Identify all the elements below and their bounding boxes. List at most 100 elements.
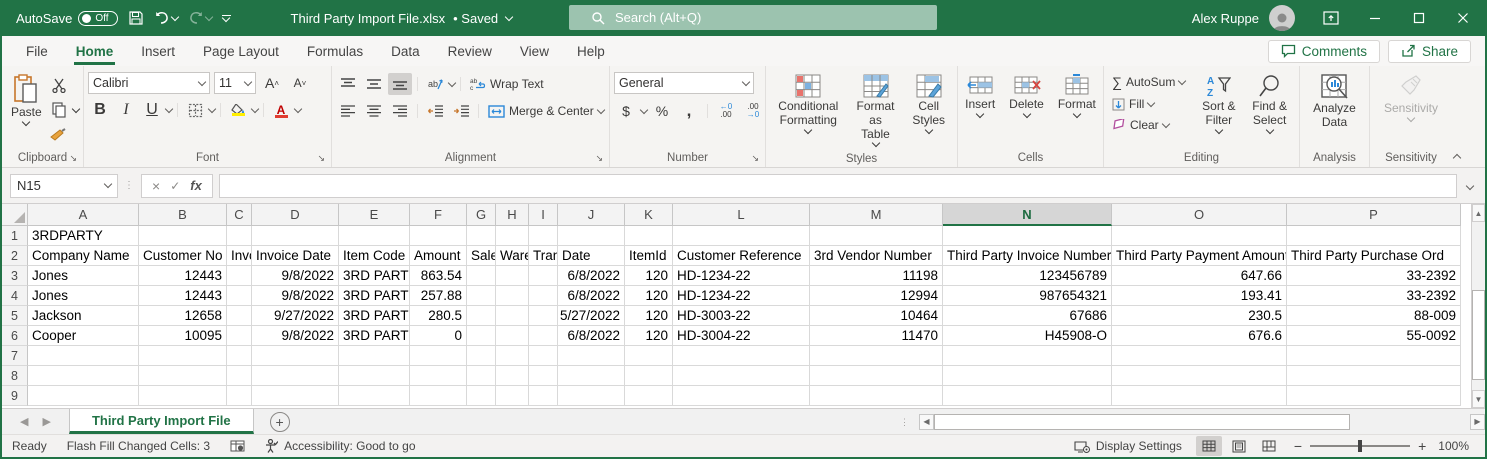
document-title[interactable]: Third Party Import File.xlsx • Saved xyxy=(291,11,514,26)
cell-P6[interactable]: 55-0092 xyxy=(1287,326,1461,346)
cell-H1[interactable] xyxy=(496,226,529,246)
cell-F4[interactable]: 257.88 xyxy=(410,286,467,306)
underline-button[interactable]: U xyxy=(140,99,164,121)
copy-button[interactable] xyxy=(47,99,80,121)
format-as-table-button[interactable]: Format as Table xyxy=(849,70,903,150)
cell-A7[interactable] xyxy=(28,346,139,366)
ribbon-tab-help[interactable]: Help xyxy=(563,39,619,64)
zoom-in-button[interactable]: + xyxy=(1418,438,1426,454)
cell-E3[interactable]: 3RD PARTY xyxy=(339,266,410,286)
cell-B6[interactable]: 10095 xyxy=(139,326,227,346)
cell-F7[interactable] xyxy=(410,346,467,366)
cell-J1[interactable] xyxy=(558,226,625,246)
ribbon-tab-home[interactable]: Home xyxy=(62,39,128,65)
cell-B8[interactable] xyxy=(139,366,227,386)
row-header-7[interactable]: 7 xyxy=(2,346,28,366)
cell-B5[interactable]: 12658 xyxy=(139,306,227,326)
alignment-dialog-launcher[interactable]: ↘ xyxy=(595,153,603,164)
name-box-dropdown-icon[interactable] xyxy=(103,179,113,189)
cell-D4[interactable]: 9/8/2022 xyxy=(252,286,339,306)
format-painter-button[interactable] xyxy=(47,124,71,146)
cell-G6[interactable] xyxy=(467,326,496,346)
ribbon-tab-data[interactable]: Data xyxy=(377,39,434,64)
cell-N3[interactable]: 123456789 xyxy=(943,266,1112,286)
zoom-level[interactable]: 100% xyxy=(1438,439,1475,453)
cell-K4[interactable]: 120 xyxy=(625,286,673,306)
cell-J3[interactable]: 6/8/2022 xyxy=(558,266,625,286)
cell-L2[interactable]: Customer Reference xyxy=(673,246,810,266)
cell-C4[interactable] xyxy=(227,286,252,306)
cell-H5[interactable] xyxy=(496,306,529,326)
orientation-dropdown-icon[interactable] xyxy=(447,78,457,87)
formula-input[interactable] xyxy=(218,173,1457,198)
cell-G8[interactable] xyxy=(467,366,496,386)
fill-color-button[interactable] xyxy=(226,99,250,121)
tab-splitter-handle[interactable]: ⋮ xyxy=(900,417,909,426)
cell-P8[interactable] xyxy=(1287,366,1461,386)
cell-L4[interactable]: HD-1234-22 xyxy=(673,286,810,306)
cell-J5[interactable]: 5/27/2022 xyxy=(558,306,625,326)
orientation-button[interactable]: ab xyxy=(423,73,447,95)
cell-N4[interactable]: 987654321 xyxy=(943,286,1112,306)
cell-D1[interactable] xyxy=(252,226,339,246)
format-cells-button[interactable]: Format xyxy=(1053,70,1101,121)
status-flash-fill[interactable]: Flash Fill Changed Cells: 3 xyxy=(57,439,220,453)
select-all-corner[interactable] xyxy=(2,204,28,226)
wrap-text-button[interactable]: ab c Wrap Text xyxy=(466,75,548,93)
cell-O7[interactable] xyxy=(1112,346,1287,366)
undo-button[interactable] xyxy=(154,11,179,25)
ribbon-tab-file[interactable]: File xyxy=(12,39,62,64)
decrease-font-button[interactable]: A ˅ xyxy=(288,72,312,94)
cell-L1[interactable] xyxy=(673,226,810,246)
insert-function-button[interactable]: fx xyxy=(190,178,202,193)
search-input[interactable]: Search (Alt+Q) xyxy=(569,5,937,30)
currency-dropdown-icon[interactable] xyxy=(639,105,649,114)
cell-D9[interactable] xyxy=(252,386,339,406)
cell-C9[interactable] xyxy=(227,386,252,406)
column-header-B[interactable]: B xyxy=(139,204,227,226)
cell-O4[interactable]: 193.41 xyxy=(1112,286,1287,306)
column-header-F[interactable]: F xyxy=(410,204,467,226)
ribbon-tab-page-layout[interactable]: Page Layout xyxy=(189,39,293,64)
cell-F5[interactable]: 280.5 xyxy=(410,306,467,326)
cell-D5[interactable]: 9/27/2022 xyxy=(252,306,339,326)
column-header-E[interactable]: E xyxy=(339,204,410,226)
delete-cells-button[interactable]: Delete xyxy=(1004,70,1049,121)
increase-indent-button[interactable] xyxy=(449,100,473,122)
column-header-P[interactable]: P xyxy=(1287,204,1461,226)
cell-K6[interactable]: 120 xyxy=(625,326,673,346)
cell-P3[interactable]: 33-2392 xyxy=(1287,266,1461,286)
cell-E1[interactable] xyxy=(339,226,410,246)
cell-F9[interactable] xyxy=(410,386,467,406)
cell-J7[interactable] xyxy=(558,346,625,366)
vertical-scrollbar[interactable]: ▲ ▼ xyxy=(1471,204,1485,408)
cell-K7[interactable] xyxy=(625,346,673,366)
column-header-A[interactable]: A xyxy=(28,204,139,226)
column-header-C[interactable]: C xyxy=(227,204,252,226)
cell-P1[interactable] xyxy=(1287,226,1461,246)
cell-P2[interactable]: Third Party Purchase Ord xyxy=(1287,246,1461,266)
cell-K8[interactable] xyxy=(625,366,673,386)
cell-E8[interactable] xyxy=(339,366,410,386)
font-color-dropdown-icon[interactable] xyxy=(293,104,303,113)
find-select-button[interactable]: Find & Select xyxy=(1244,70,1295,137)
row-header-5[interactable]: 5 xyxy=(2,306,28,326)
cell-B4[interactable]: 12443 xyxy=(139,286,227,306)
increase-font-button[interactable]: A ˄ xyxy=(260,72,284,94)
scroll-left-button[interactable]: ◀ xyxy=(919,413,934,430)
autosave-switch[interactable]: Off xyxy=(78,10,118,26)
cell-D6[interactable]: 9/8/2022 xyxy=(252,326,339,346)
conditional-formatting-button[interactable]: Conditional Formatting xyxy=(770,70,847,137)
cell-E9[interactable] xyxy=(339,386,410,406)
cell-B9[interactable] xyxy=(139,386,227,406)
page-layout-view-button[interactable] xyxy=(1226,436,1252,456)
borders-button[interactable] xyxy=(183,99,207,121)
next-sheet-button[interactable]: ▶ xyxy=(42,415,50,428)
row-header-2[interactable]: 2 xyxy=(2,246,28,266)
cell-M9[interactable] xyxy=(810,386,943,406)
merge-center-button[interactable]: Merge & Center xyxy=(484,102,608,120)
cell-M3[interactable]: 11198 xyxy=(810,266,943,286)
cell-A4[interactable]: Jones xyxy=(28,286,139,306)
cell-C7[interactable] xyxy=(227,346,252,366)
cell-H8[interactable] xyxy=(496,366,529,386)
